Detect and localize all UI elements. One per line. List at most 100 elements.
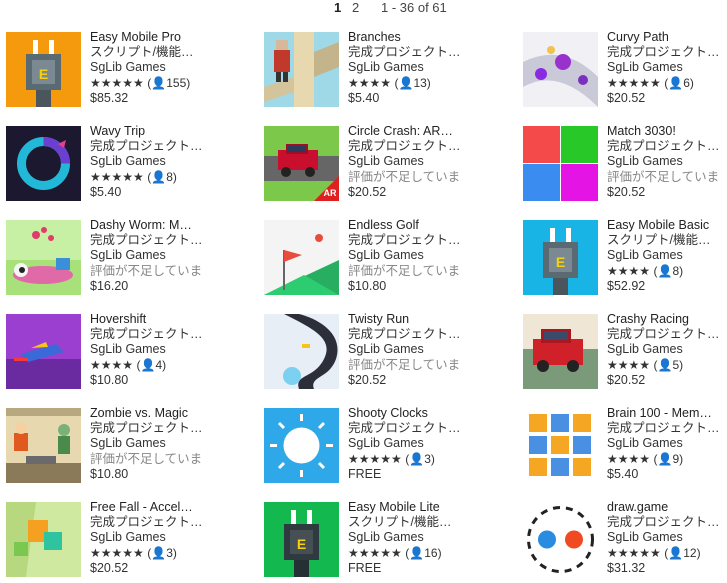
curvy-path-icon[interactable] — [523, 32, 598, 107]
asset-item[interactable]: Twisty Run 完成プロジェクト… SgLib Games 評価が不足していま $… — [264, 312, 474, 402]
star-rating-icon: ★★★★ — [607, 263, 651, 278]
asset-category-link[interactable]: 完成プロジェクト… — [90, 421, 216, 436]
asset-title-link[interactable]: Branches — [348, 30, 474, 45]
asset-category-link[interactable]: 完成プロジェクト… — [90, 233, 216, 248]
asset-category-link[interactable]: スクリプト/機能… — [348, 515, 474, 530]
crashy-racing-icon[interactable] — [523, 314, 598, 389]
asset-item[interactable]: Shooty Clocks 完成プロジェクト… SgLib Games ★★★★★ (… — [264, 406, 474, 496]
asset-title-link[interactable]: Dashy Worm: M… — [90, 218, 216, 233]
asset-publisher-link[interactable]: SgLib Games — [348, 248, 474, 263]
asset-category-link[interactable]: 完成プロジェクト… — [348, 139, 474, 154]
asset-title-link[interactable]: Wavy Trip — [90, 124, 216, 139]
asset-category-link[interactable]: スクリプト/機能… — [607, 233, 727, 248]
asset-title-link[interactable]: Endless Golf — [348, 218, 474, 233]
asset-publisher-link[interactable]: SgLib Games — [607, 248, 727, 263]
asset-publisher-link[interactable]: SgLib Games — [607, 154, 727, 169]
draw-game-icon[interactable] — [523, 502, 598, 577]
asset-category-link[interactable]: 完成プロジェクト… — [607, 45, 727, 60]
asset-item[interactable]: Dashy Worm: M… 完成プロジェクト… SgLib Games 評価が不足し… — [6, 218, 216, 308]
brain-100-icon[interactable] — [523, 408, 598, 483]
plug-cyan-icon[interactable]: E — [523, 220, 598, 295]
asset-publisher-link[interactable]: SgLib Games — [607, 436, 727, 451]
asset-title-link[interactable]: Free Fall - Accel… — [90, 500, 216, 515]
asset-category-link[interactable]: 完成プロジェクト… — [90, 139, 216, 154]
wavy-trip-icon[interactable] — [6, 126, 81, 201]
asset-item[interactable]: Wavy Trip 完成プロジェクト… SgLib Games ★★★★★ (👤8) $… — [6, 124, 216, 214]
asset-item[interactable]: AR Circle Crash: AR… 完成プロジェクト… SgLib Games 評… — [264, 124, 474, 214]
rating: ★★★★★ (👤3) — [90, 546, 216, 561]
asset-title-link[interactable]: draw.game — [607, 500, 727, 515]
asset-item[interactable]: Endless Golf 完成プロジェクト… SgLib Games 評価が不足してい… — [264, 218, 474, 308]
circle-crash-icon[interactable]: AR — [264, 126, 339, 201]
asset-item[interactable]: Match 3030! 完成プロジェクト… SgLib Games 評価が不足していま… — [523, 124, 727, 214]
asset-publisher-link[interactable]: SgLib Games — [348, 342, 474, 357]
shooty-clocks-icon[interactable] — [264, 408, 339, 483]
asset-publisher-link[interactable]: SgLib Games — [90, 530, 216, 545]
asset-title-link[interactable]: Zombie vs. Magic — [90, 406, 216, 421]
asset-publisher-link[interactable]: SgLib Games — [90, 60, 216, 75]
asset-category-link[interactable]: 完成プロジェクト… — [90, 515, 216, 530]
asset-item[interactable]: Curvy Path 完成プロジェクト… SgLib Games ★★★★★ (👤6)… — [523, 30, 727, 120]
asset-item[interactable]: draw.game 完成プロジェクト… SgLib Games ★★★★★ (👤12)… — [523, 500, 727, 583]
page-1-link[interactable]: 1 — [334, 0, 341, 15]
asset-title-link[interactable]: Easy Mobile Pro — [90, 30, 216, 45]
star-rating-icon: ★★★★★ — [607, 75, 661, 90]
asset-title-link[interactable]: Easy Mobile Basic — [607, 218, 727, 233]
asset-title-link[interactable]: Crashy Racing — [607, 312, 727, 327]
asset-item[interactable]: Crashy Racing 完成プロジェクト… SgLib Games ★★★★ (👤… — [523, 312, 727, 402]
not-enough-ratings-text: 評価が不足していま — [607, 169, 720, 184]
asset-publisher-link[interactable]: SgLib Games — [607, 342, 727, 357]
hovershift-icon[interactable] — [6, 314, 81, 389]
asset-category-link[interactable]: 完成プロジェクト… — [348, 421, 474, 436]
free-fall-icon[interactable] — [6, 502, 81, 577]
endless-golf-icon[interactable] — [264, 220, 339, 295]
asset-category-link[interactable]: スクリプト/機能… — [90, 45, 216, 60]
asset-title-link[interactable]: Twisty Run — [348, 312, 474, 327]
asset-item[interactable]: E Easy Mobile Pro スクリプト/機能… SgLib Games ★★★★… — [6, 30, 216, 120]
asset-category-link[interactable]: 完成プロジェクト… — [348, 327, 474, 342]
asset-price: $10.80 — [90, 372, 129, 387]
asset-publisher-link[interactable]: SgLib Games — [348, 154, 474, 169]
asset-publisher-link[interactable]: SgLib Games — [90, 342, 216, 357]
asset-category-link[interactable]: 完成プロジェクト… — [607, 139, 727, 154]
asset-title-link[interactable]: Easy Mobile Lite — [348, 500, 474, 515]
asset-title-link[interactable]: Curvy Path — [607, 30, 727, 45]
asset-item[interactable]: E Easy Mobile Basic スクリプト/機能… SgLib Games ★★… — [523, 218, 727, 308]
asset-publisher-link[interactable]: SgLib Games — [348, 530, 474, 545]
rating: ★★★★★ (👤12) — [607, 546, 727, 561]
asset-item[interactable]: Branches 完成プロジェクト… SgLib Games ★★★★ (👤13) $5… — [264, 30, 474, 120]
asset-category-link[interactable]: 完成プロジェクト… — [90, 327, 216, 342]
asset-item[interactable]: E Easy Mobile Lite スクリプト/機能… SgLib Games ★★★… — [264, 500, 474, 583]
asset-category-link[interactable]: 完成プロジェクト… — [607, 327, 727, 342]
not-enough-ratings-text: 評価が不足していま — [348, 169, 461, 184]
asset-category-link[interactable]: 完成プロジェクト… — [348, 45, 474, 60]
dashy-worm-icon[interactable] — [6, 220, 81, 295]
twisty-run-icon[interactable] — [264, 314, 339, 389]
asset-publisher-link[interactable]: SgLib Games — [348, 436, 474, 451]
asset-publisher-link[interactable]: SgLib Games — [90, 436, 216, 451]
asset-category-link[interactable]: 完成プロジェクト… — [607, 421, 727, 436]
asset-item[interactable]: Free Fall - Accel… 完成プロジェクト… SgLib Games ★★… — [6, 500, 216, 583]
plug-orange-icon[interactable]: E — [6, 32, 81, 107]
asset-category-link[interactable]: 完成プロジェクト… — [607, 515, 727, 530]
plug-green-icon[interactable]: E — [264, 502, 339, 577]
asset-publisher-link[interactable]: SgLib Games — [607, 530, 727, 545]
page-2-link[interactable]: 2 — [352, 0, 359, 15]
zombie-magic-icon[interactable] — [6, 408, 81, 483]
branches-icon[interactable] — [264, 32, 339, 107]
asset-item[interactable]: Zombie vs. Magic 完成プロジェクト… SgLib Games 評価が不… — [6, 406, 216, 496]
asset-item[interactable]: Hovershift 完成プロジェクト… SgLib Games ★★★★ (👤4) $… — [6, 312, 216, 402]
asset-title-link[interactable]: Shooty Clocks — [348, 406, 474, 421]
rating: ★★★★★ (👤6) — [607, 76, 727, 91]
asset-title-link[interactable]: Brain 100 - Mem… — [607, 406, 727, 421]
asset-title-link[interactable]: Hovershift — [90, 312, 216, 327]
match-3030-icon[interactable] — [523, 126, 598, 201]
asset-title-link[interactable]: Match 3030! — [607, 124, 727, 139]
asset-publisher-link[interactable]: SgLib Games — [90, 154, 216, 169]
asset-publisher-link[interactable]: SgLib Games — [607, 60, 727, 75]
asset-item[interactable]: Brain 100 - Mem… 完成プロジェクト… SgLib Games ★★★★… — [523, 406, 727, 496]
asset-publisher-link[interactable]: SgLib Games — [348, 60, 474, 75]
asset-category-link[interactable]: 完成プロジェクト… — [348, 233, 474, 248]
asset-title-link[interactable]: Circle Crash: AR… — [348, 124, 474, 139]
asset-publisher-link[interactable]: SgLib Games — [90, 248, 216, 263]
